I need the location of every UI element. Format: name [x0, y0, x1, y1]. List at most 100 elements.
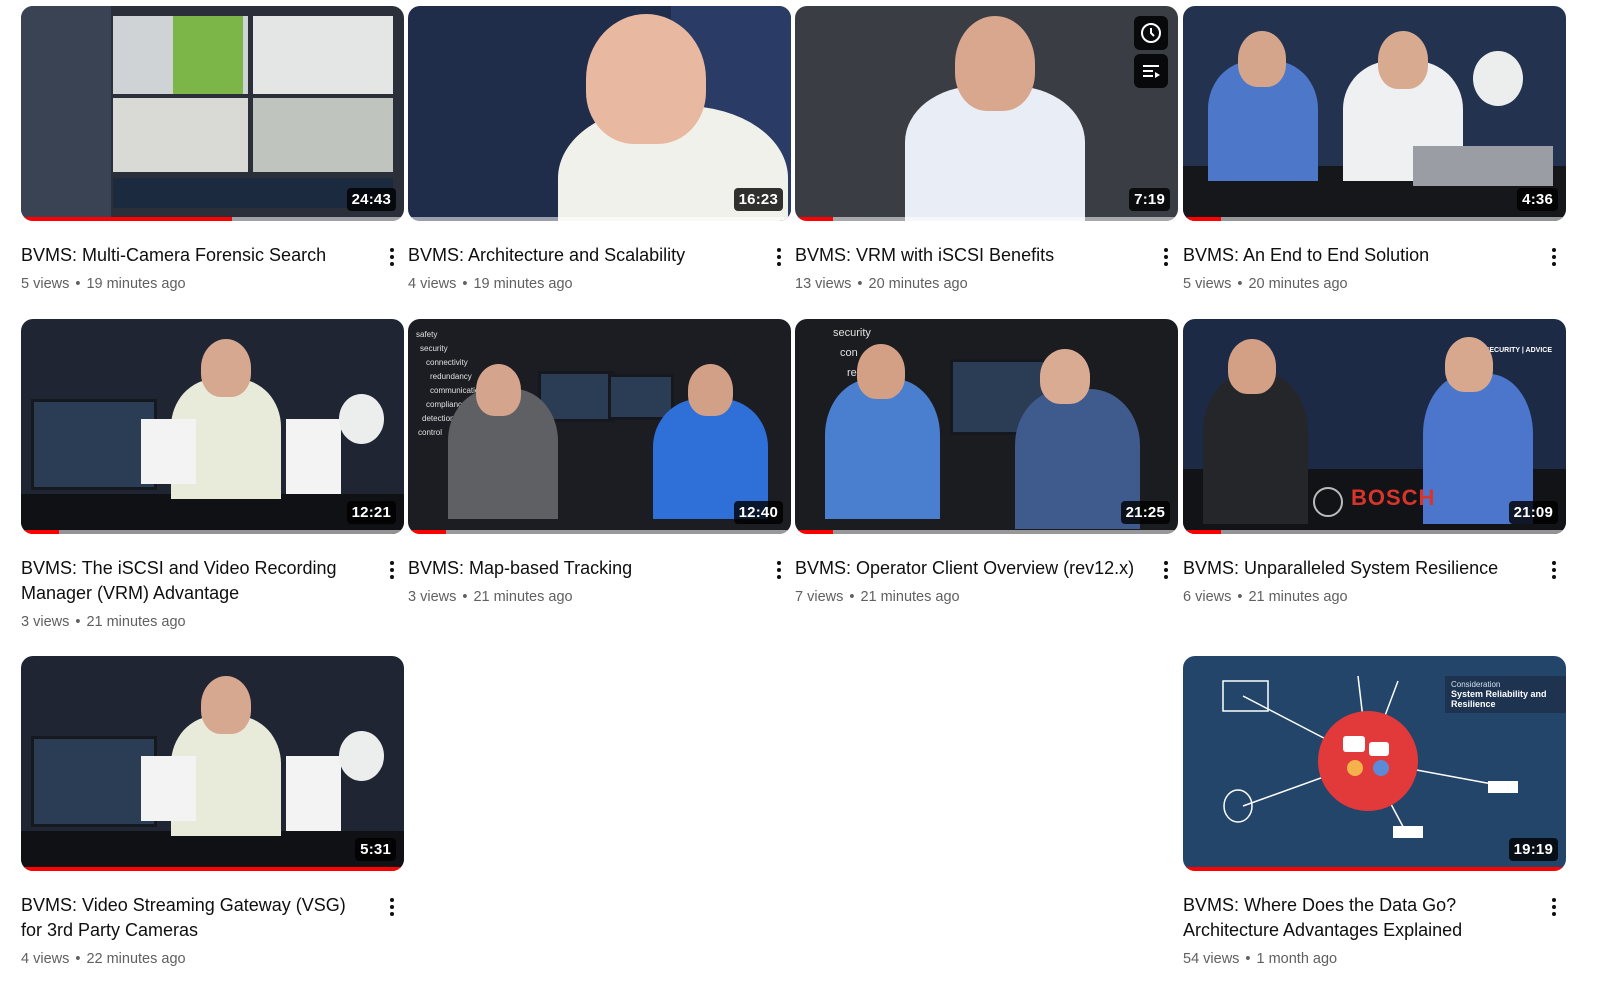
upload-age: 20 minutes ago	[1248, 276, 1348, 292]
kebab-menu-icon	[1552, 561, 1556, 579]
bosch-logo-icon	[1313, 487, 1343, 517]
more-actions-button[interactable]	[1542, 243, 1566, 271]
separator-dot: •	[75, 276, 81, 292]
thumbnail-word: connectivity	[426, 358, 468, 367]
video-stats: 5 views • 19 minutes ago	[21, 274, 368, 294]
consideration-label: Consideration	[1451, 680, 1501, 689]
video-card[interactable]: 5:31 BVMS: Video Streaming Gateway (VSG)…	[21, 656, 404, 969]
thumbnail-word: con	[840, 347, 858, 359]
more-actions-button[interactable]	[380, 893, 404, 921]
video-thumbnail[interactable]: SECURITY | ADVICE BOSCH 21:09	[1183, 319, 1566, 534]
video-stats: 4 views • 22 minutes ago	[21, 949, 368, 969]
video-thumbnail[interactable]: Consideration System Reliability and Res…	[1183, 656, 1566, 871]
kebab-menu-icon	[1164, 561, 1168, 579]
video-stats: 6 views • 21 minutes ago	[1183, 587, 1530, 607]
more-actions-button[interactable]	[1154, 556, 1178, 584]
more-actions-button[interactable]	[1154, 243, 1178, 271]
separator-dot: •	[75, 951, 81, 967]
video-title[interactable]: BVMS: Unparalleled System Resilience	[1183, 556, 1530, 581]
add-to-queue-icon	[1143, 65, 1160, 78]
more-actions-button[interactable]	[380, 556, 404, 584]
video-stats: 3 views • 21 minutes ago	[21, 612, 368, 632]
upload-age: 19 minutes ago	[473, 276, 573, 292]
view-count: 5 views	[1183, 276, 1232, 292]
kebab-menu-icon	[390, 561, 394, 579]
thumbnail-word: security	[833, 327, 871, 339]
video-card[interactable]: security con re 21:25 BVMS: Operator Cli…	[795, 319, 1178, 607]
view-count: 3 views	[408, 589, 457, 605]
video-card[interactable]: 24:43 BVMS: Multi-Camera Forensic Search…	[21, 6, 404, 294]
video-title[interactable]: BVMS: Operator Client Overview (rev12.x)	[795, 556, 1142, 581]
duration-badge: 21:25	[1120, 501, 1170, 524]
video-thumbnail[interactable]: security con re 21:25	[795, 319, 1178, 534]
upload-age: 22 minutes ago	[86, 951, 186, 967]
kebab-menu-icon	[777, 248, 781, 266]
video-stats: 13 views • 20 minutes ago	[795, 274, 1142, 294]
video-card[interactable]: safety security connectivity redundancy …	[408, 319, 791, 607]
separator-dot: •	[849, 589, 855, 605]
view-count: 3 views	[21, 614, 70, 630]
more-actions-button[interactable]	[380, 243, 404, 271]
kebab-menu-icon	[1164, 248, 1168, 266]
video-card[interactable]: 7:19 BVMS: VRM with iSCSI Benefits 13 vi…	[795, 6, 1178, 294]
upload-age: 20 minutes ago	[868, 276, 968, 292]
view-count: 54 views	[1183, 951, 1240, 967]
video-card[interactable]: 4:36 BVMS: An End to End Solution 5 view…	[1183, 6, 1566, 294]
thumbnail-word: security	[420, 344, 448, 353]
view-count: 7 views	[795, 589, 844, 605]
video-thumbnail[interactable]: 16:23	[408, 6, 791, 221]
watch-later-button[interactable]	[1134, 16, 1168, 50]
video-thumbnail[interactable]: 5:31	[21, 656, 404, 871]
duration-badge: 21:09	[1508, 501, 1558, 524]
video-thumbnail[interactable]: 4:36	[1183, 6, 1566, 221]
video-title[interactable]: BVMS: Map-based Tracking	[408, 556, 755, 581]
video-card[interactable]: SECURITY | ADVICE BOSCH 21:09 BVMS: Unpa…	[1183, 319, 1566, 607]
more-actions-button[interactable]	[767, 556, 791, 584]
video-thumbnail[interactable]: 24:43	[21, 6, 404, 221]
video-thumbnail[interactable]: 7:19	[795, 6, 1178, 221]
view-count: 13 views	[795, 276, 852, 292]
upload-age: 21 minutes ago	[1248, 589, 1348, 605]
kebab-menu-icon	[777, 561, 781, 579]
consideration-panel: Consideration System Reliability and Res…	[1445, 676, 1566, 713]
video-stats: 54 views • 1 month ago	[1183, 949, 1530, 969]
more-actions-button[interactable]	[1542, 893, 1566, 921]
video-card[interactable]: 16:23 BVMS: Architecture and Scalability…	[408, 6, 791, 294]
upload-age: 21 minutes ago	[860, 589, 960, 605]
video-thumbnail[interactable]: safety security connectivity redundancy …	[408, 319, 791, 534]
duration-badge: 5:31	[355, 838, 396, 861]
more-actions-button[interactable]	[767, 243, 791, 271]
video-title[interactable]: BVMS: Video Streaming Gateway (VSG) for …	[21, 893, 368, 943]
video-title[interactable]: BVMS: Multi-Camera Forensic Search	[21, 243, 368, 268]
thumbnail-word: safety	[416, 330, 438, 339]
duration-badge: 19:19	[1508, 838, 1558, 861]
video-stats: 3 views • 21 minutes ago	[408, 587, 755, 607]
view-count: 6 views	[1183, 589, 1232, 605]
separator-dot: •	[1237, 589, 1243, 605]
video-stats: 4 views • 19 minutes ago	[408, 274, 755, 294]
upload-age: 21 minutes ago	[86, 614, 186, 630]
video-title[interactable]: BVMS: Architecture and Scalability	[408, 243, 755, 268]
video-title[interactable]: BVMS: The iSCSI and Video Recording Mana…	[21, 556, 368, 606]
separator-dot: •	[1237, 276, 1243, 292]
video-card[interactable]: 12:21 BVMS: The iSCSI and Video Recordin…	[21, 319, 404, 632]
more-actions-button[interactable]	[1542, 556, 1566, 584]
video-title[interactable]: BVMS: Where Does the Data Go? Architectu…	[1183, 893, 1530, 943]
video-card[interactable]: Consideration System Reliability and Res…	[1183, 656, 1566, 969]
video-thumbnail[interactable]: 12:21	[21, 319, 404, 534]
kebab-menu-icon	[390, 898, 394, 916]
duration-badge: 12:40	[733, 501, 783, 524]
view-count: 4 views	[21, 951, 70, 967]
duration-badge: 24:43	[346, 188, 396, 211]
video-title[interactable]: BVMS: An End to End Solution	[1183, 243, 1530, 268]
kebab-menu-icon	[390, 248, 394, 266]
thumbnail-brand: BOSCH	[1351, 485, 1436, 510]
video-title[interactable]: BVMS: VRM with iSCSI Benefits	[795, 243, 1142, 268]
add-to-queue-button[interactable]	[1134, 54, 1168, 88]
separator-dot: •	[75, 614, 81, 630]
consideration-title: System Reliability and Resilience	[1451, 689, 1547, 709]
view-count: 4 views	[408, 276, 457, 292]
duration-badge: 4:36	[1517, 188, 1558, 211]
separator-dot: •	[1245, 951, 1251, 967]
thumbnail-word: re	[847, 367, 857, 379]
